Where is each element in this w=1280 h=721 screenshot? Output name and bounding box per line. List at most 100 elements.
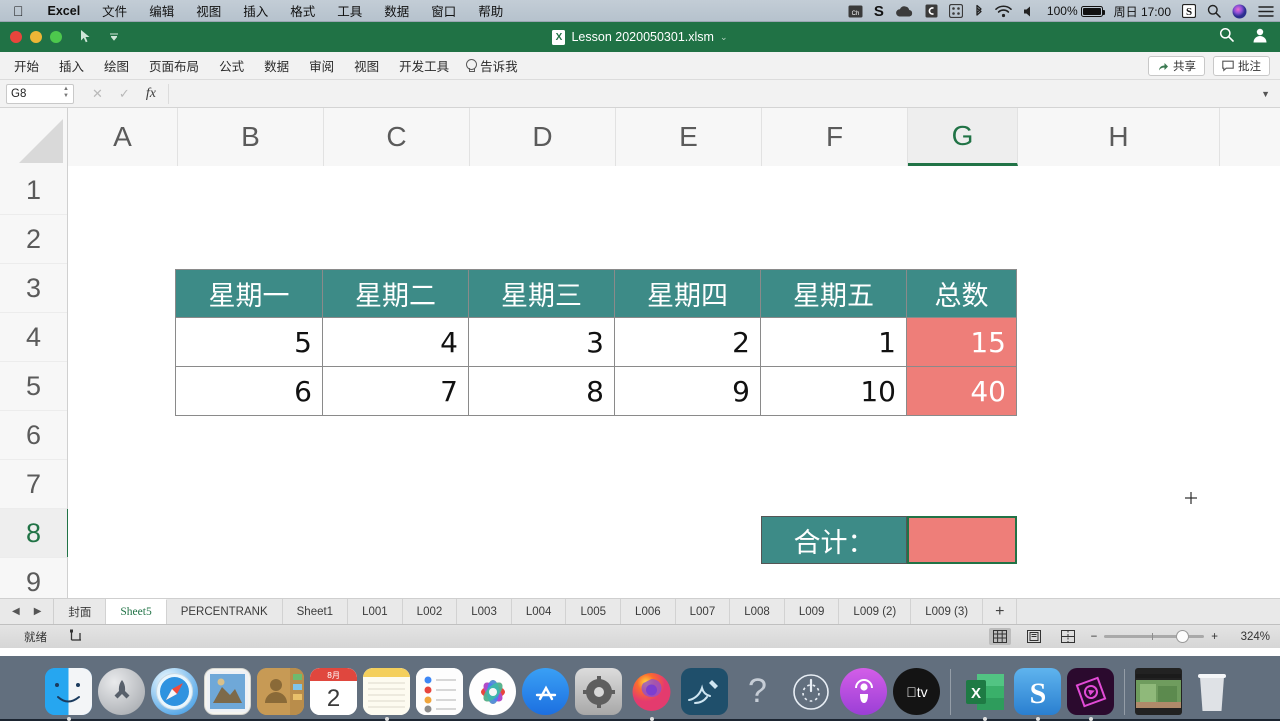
mysql-workbench-icon[interactable] [681,668,728,715]
wifi-icon[interactable] [995,5,1012,18]
zoom-knob[interactable] [1176,630,1189,643]
dock-item-reminders[interactable] [416,668,463,715]
cell-b4[interactable]: 5 [176,318,323,367]
column-header-f[interactable]: F [762,108,908,166]
column-header-c[interactable]: C [324,108,470,166]
dock-item-mysql-workbench[interactable] [681,668,728,715]
header-cell-total[interactable]: 总数 [907,270,1017,318]
column-header-d[interactable]: D [470,108,616,166]
cell-f4[interactable]: 1 [761,318,907,367]
dock-item-finder[interactable] [45,668,92,715]
select-all-corner[interactable] [0,108,68,166]
column-header-h[interactable]: H [1018,108,1220,166]
menu-item-view[interactable]: 视图 [185,1,232,20]
ribbon-tab-page-layout[interactable]: 页面布局 [139,52,209,80]
zoom-track[interactable] [1104,635,1204,638]
cell-b5[interactable]: 6 [176,367,323,416]
contacts-icon[interactable] [257,668,304,715]
menu-item-file[interactable]: 文件 [91,1,138,20]
podcasts-icon[interactable] [840,668,887,715]
row-header-9[interactable]: 9 [0,558,67,598]
accessibility-icon[interactable] [69,628,83,645]
volume-icon[interactable] [1023,5,1036,18]
sheet-tab-l008[interactable]: L008 [730,599,785,624]
menu-item-help[interactable]: 帮助 [467,1,514,20]
sheet-tab-l009-3[interactable]: L009 (3) [911,599,983,624]
sheet-tab-l001[interactable]: L001 [348,599,403,624]
zoom-level-label[interactable]: 324% [1230,631,1270,643]
apple-tv-icon[interactable]: tv [893,668,940,715]
menu-item-data[interactable]: 数据 [373,1,420,20]
account-icon[interactable] [1252,27,1268,48]
apple-logo-icon[interactable]:  [0,4,37,18]
next-sheet-icon[interactable]: ▶ [34,606,42,617]
bluetooth-icon[interactable] [974,4,984,19]
header-cell-friday[interactable]: 星期五 [761,270,907,318]
sheet-tab-l003[interactable]: L003 [457,599,512,624]
sum-label-cell[interactable]: 合计： [761,516,907,564]
dock-item-notes[interactable] [363,668,410,715]
clipboard-icon[interactable] [925,4,938,18]
name-box[interactable]: G8 ▲▼ [6,84,74,104]
sheet-tab-l009-2[interactable]: L009 (2) [839,599,911,624]
prev-sheet-icon[interactable]: ◀ [12,606,20,617]
menu-item-format[interactable]: 格式 [279,1,326,20]
control-grid-icon[interactable] [949,4,963,18]
cell-e4[interactable]: 2 [615,318,761,367]
share-button[interactable]: 共享 [1148,56,1205,76]
cell-c5[interactable]: 7 [323,367,469,416]
menu-item-edit[interactable]: 编辑 [138,1,185,20]
ribbon-tab-review[interactable]: 审阅 [299,52,344,80]
ribbon-tab-view[interactable]: 视图 [344,52,389,80]
launchpad-icon[interactable] [98,668,145,715]
header-cell-tuesday[interactable]: 星期二 [323,270,469,318]
cell-e5[interactable]: 9 [615,367,761,416]
dock-item-podcasts[interactable] [840,668,887,715]
sogou-icon[interactable]: S [874,3,884,20]
dock-item-mail[interactable] [204,668,251,715]
confirm-icon[interactable]: ✓ [119,86,130,102]
sheet-tab-l006[interactable]: L006 [621,599,676,624]
document-title[interactable]: Lesson 2020050301.xlsm [571,30,713,44]
dock-item-downloads-stack[interactable] [1135,668,1182,715]
dock-item-apple-tv[interactable]: tv [893,668,940,715]
formula-bar-expand-icon[interactable]: ▼ [1261,89,1270,99]
snagit-icon[interactable]: S [1014,668,1061,715]
dock-item-excel[interactable]: X [961,668,1008,715]
active-cell-g8[interactable] [907,516,1017,564]
system-preferences-icon[interactable] [575,668,622,715]
battery-status[interactable]: 100% [1047,4,1103,18]
row-header-6[interactable]: 6 [0,411,67,460]
dock-item-photos[interactable] [469,668,516,715]
cell-g4-total[interactable]: 15 [907,318,1017,367]
row-header-8[interactable]: 8 [0,509,70,558]
firefox-icon[interactable] [628,668,675,715]
normal-view-icon[interactable] [989,628,1011,645]
cancel-icon[interactable]: ✕ [92,86,103,102]
row-header-2[interactable]: 2 [0,215,67,264]
dock-item-app-store[interactable] [522,668,569,715]
adobe-icon[interactable] [1067,668,1114,715]
trash-icon[interactable] [1188,668,1235,715]
notes-icon[interactable] [363,668,410,715]
sheet-tab-l002[interactable]: L002 [403,599,458,624]
dock-item-help[interactable]: ? [734,668,781,715]
ribbon-tab-insert[interactable]: 插入 [49,52,94,80]
header-cell-monday[interactable]: 星期一 [176,270,323,318]
sheet-tab-l004[interactable]: L004 [512,599,567,624]
help-icon[interactable]: ? [734,668,781,715]
column-header-b[interactable]: B [178,108,324,166]
name-box-spinner-icon[interactable]: ▲▼ [63,87,69,99]
dock-item-calendar[interactable]: 8月2 [310,668,357,715]
fx-icon[interactable]: fx [146,86,156,102]
row-header-4[interactable]: 4 [0,313,67,362]
search-icon[interactable] [1219,27,1234,47]
reminders-icon[interactable] [416,668,463,715]
ribbon-tab-draw[interactable]: 绘图 [94,52,139,80]
ribbon-tab-formulas[interactable]: 公式 [209,52,254,80]
dock-item-firefox[interactable] [628,668,675,715]
cell-d5[interactable]: 8 [469,367,615,416]
formula-input[interactable] [168,84,1261,104]
dock-item-adobe[interactable] [1067,668,1114,715]
zoom-out-button[interactable]: − [1091,631,1098,643]
